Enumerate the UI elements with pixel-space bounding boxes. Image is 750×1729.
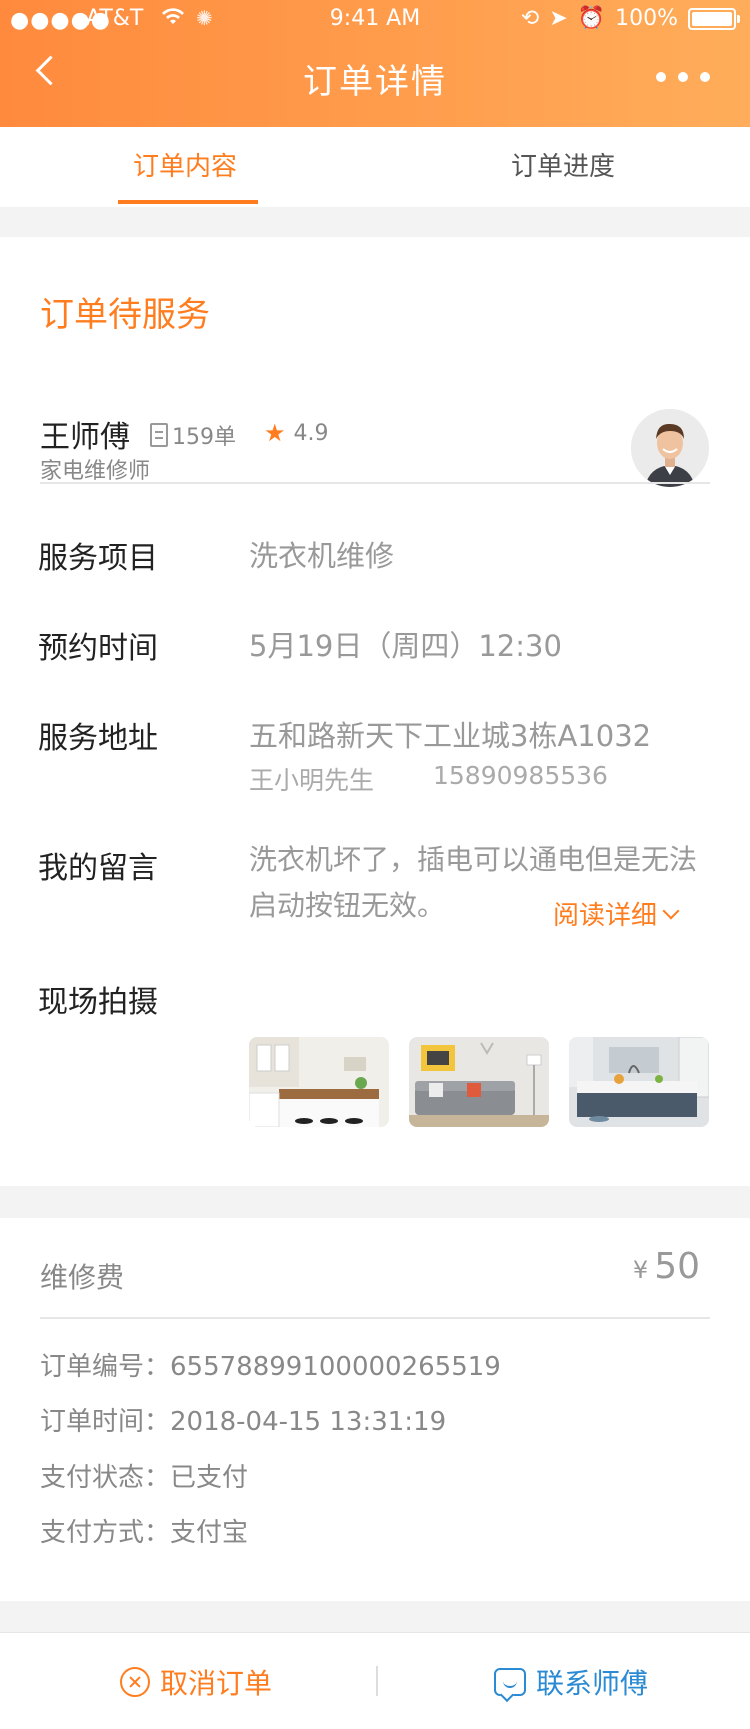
- worker-rating-value: 4.9: [293, 420, 329, 446]
- site-photo[interactable]: [249, 1037, 389, 1127]
- status-right: ⟲ ➤ ⏰ 100%: [520, 6, 740, 31]
- status-bar: ●●●●● AT&T ✺ 9:41 AM ⟲ ➤ ⏰ 100%: [0, 0, 750, 40]
- worker-order-count: 159单: [172, 425, 236, 450]
- document-icon: [150, 423, 168, 447]
- action-separator: [376, 1666, 378, 1696]
- avatar[interactable]: [631, 409, 709, 487]
- fee-amount: ¥50: [633, 1246, 700, 1287]
- order-number: 订单编号：65578899100000265519: [40, 1352, 501, 1382]
- star-icon: ★: [264, 419, 286, 447]
- tab-order-content[interactable]: 订单内容: [110, 127, 260, 207]
- message-label: 我的留言: [38, 851, 158, 886]
- battery-fill: [692, 11, 732, 26]
- cancel-order-button[interactable]: 取消订单: [120, 1633, 272, 1729]
- location-icon: ➤: [549, 6, 568, 31]
- currency-symbol: ¥: [632, 1256, 649, 1284]
- worker-name: 王师傅: [40, 420, 130, 455]
- chat-icon: [494, 1667, 526, 1696]
- service-label: 服务项目: [38, 541, 158, 576]
- tab-order-progress[interactable]: 订单进度: [488, 127, 638, 207]
- cancel-order-label: 取消订单: [160, 1666, 273, 1700]
- time-value: 5月19日（周四）12:30: [249, 629, 562, 663]
- time-label: 预约时间: [38, 631, 158, 666]
- order-time: 订单时间：2018-04-15 13:31:19: [40, 1407, 447, 1437]
- worker-role: 家电维修师: [40, 459, 151, 484]
- more-button[interactable]: [656, 72, 710, 82]
- contact-phone[interactable]: 15890985536: [433, 761, 608, 790]
- fee-label: 维修费: [40, 1261, 125, 1294]
- battery-percent: 100%: [615, 6, 678, 31]
- payment-method: 支付方式：支付宝: [40, 1518, 249, 1548]
- battery-icon: [688, 7, 740, 30]
- service-value: 洗衣机维修: [249, 539, 395, 573]
- address-label: 服务地址: [38, 721, 158, 756]
- address-value: 五和路新天下工业城3栋A1032: [249, 719, 652, 753]
- bottom-action-bar: 取消订单 联系师傅: [0, 1632, 750, 1729]
- read-more-link[interactable]: 阅读详细: [553, 895, 680, 932]
- more-dot-icon: [678, 72, 688, 82]
- page-title: 订单详情: [303, 62, 447, 102]
- divider: [40, 482, 710, 484]
- site-photo[interactable]: [569, 1037, 709, 1127]
- order-card: 订单待服务 王师傅 159单 ★ 4.9 家电维修师 服务项目 洗衣机维修 预约…: [0, 237, 750, 1186]
- order-status-title: 订单待服务: [40, 295, 210, 335]
- close-circle-icon: [120, 1666, 150, 1697]
- payment-status: 支付状态：已支付: [40, 1463, 249, 1493]
- contact-worker-button[interactable]: 联系师傅: [494, 1633, 648, 1729]
- rotation-lock-icon: ⟲: [520, 6, 540, 31]
- worker-orders: 159单: [150, 419, 236, 451]
- divider: [40, 1317, 710, 1319]
- more-dot-icon: [656, 72, 666, 82]
- payment-card: 维修费 ¥50 订单编号：65578899100000265519 订单时间：2…: [0, 1218, 750, 1601]
- worker-rating: ★ 4.9: [264, 419, 329, 447]
- chevron-down-icon: [662, 902, 680, 919]
- top-header: ●●●●● AT&T ✺ 9:41 AM ⟲ ➤ ⏰ 100% 订单详情: [0, 0, 750, 127]
- more-dot-icon: [700, 72, 710, 82]
- contact-name: 王小明先生: [249, 766, 375, 795]
- photos-label: 现场拍摄: [38, 985, 158, 1020]
- contact-worker-label: 联系师傅: [536, 1666, 649, 1700]
- tab-bar: 订单内容 订单进度: [0, 127, 750, 207]
- active-tab-indicator: [118, 200, 258, 204]
- fee-value: 50: [654, 1246, 700, 1287]
- read-more-label: 阅读详细: [553, 901, 658, 931]
- alarm-icon: ⏰: [577, 6, 606, 31]
- site-photo[interactable]: [409, 1037, 549, 1127]
